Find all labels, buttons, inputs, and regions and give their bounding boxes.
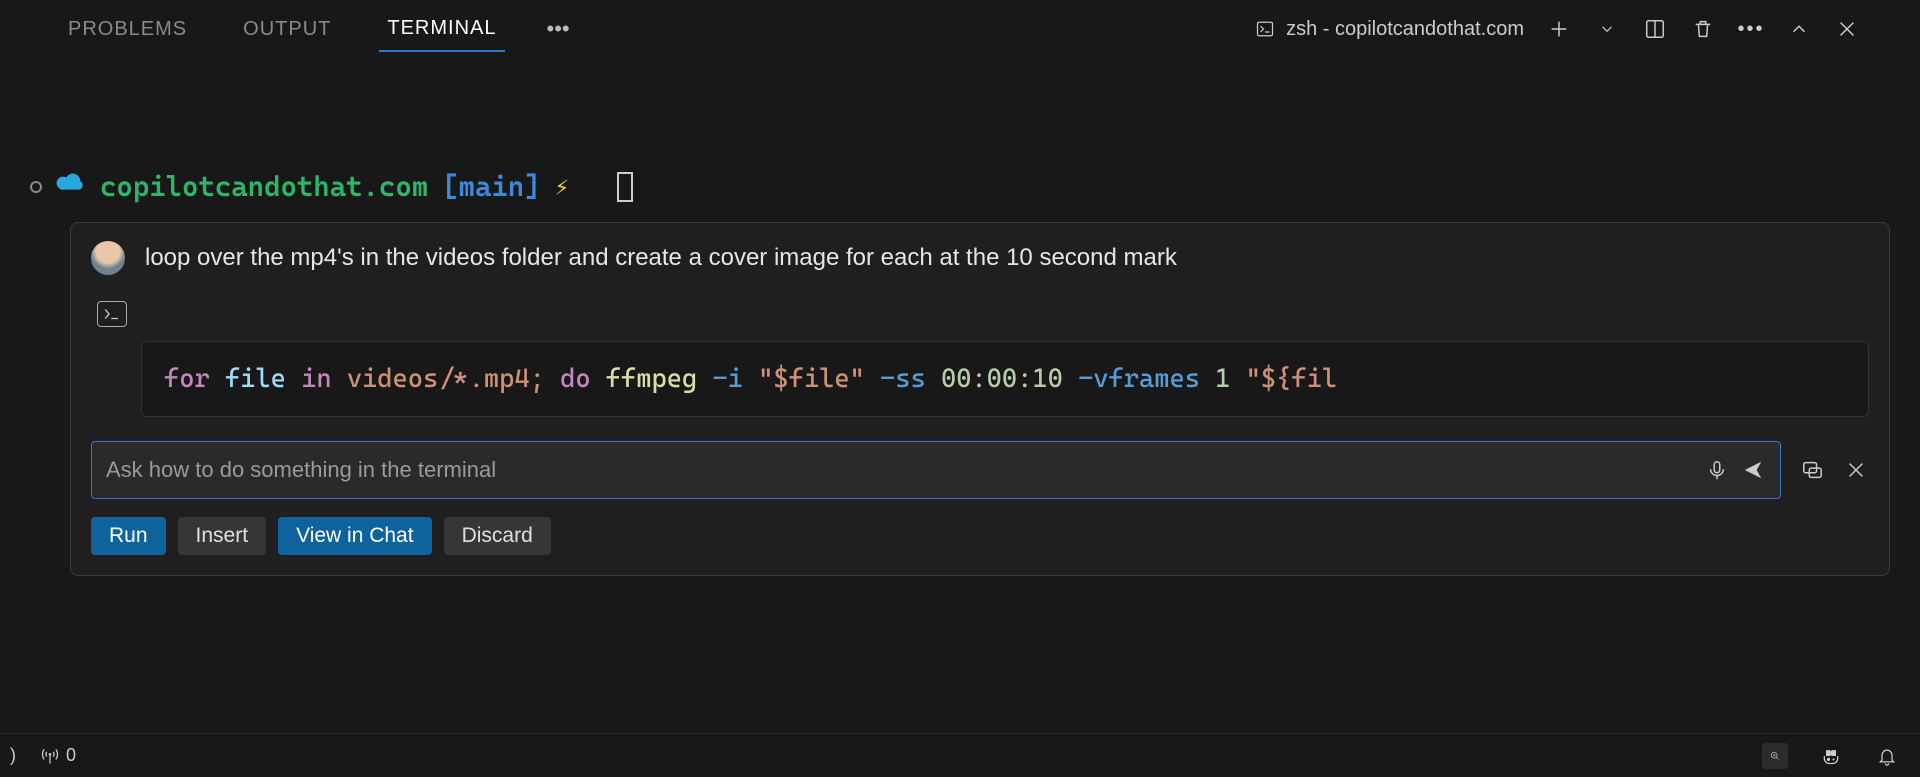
terminal-title-text: zsh - copilotcandothat.com xyxy=(1286,18,1524,41)
mic-icon[interactable] xyxy=(1704,457,1730,483)
run-button[interactable]: Run xyxy=(91,517,166,555)
view-in-chat-button[interactable]: View in Chat xyxy=(278,517,432,555)
tab-terminal[interactable]: TERMINAL xyxy=(379,7,504,52)
terminal-title[interactable]: zsh - copilotcandothat.com xyxy=(1252,16,1524,42)
split-terminal-icon[interactable] xyxy=(1642,16,1668,42)
status-ports[interactable]: 0 xyxy=(40,745,76,766)
discard-button[interactable]: Discard xyxy=(444,517,551,555)
copilot-ask-input[interactable] xyxy=(91,441,1781,499)
panel-overflow-icon[interactable]: ••• xyxy=(1738,16,1764,42)
lightning-icon: ⚡ xyxy=(555,173,569,201)
terminal-icon xyxy=(97,301,127,327)
copilot-status-icon[interactable] xyxy=(1818,743,1844,769)
cloud-icon xyxy=(56,170,86,203)
avatar xyxy=(91,241,125,275)
copilot-input-row xyxy=(91,441,1869,499)
tab-overflow-icon[interactable]: ••• xyxy=(539,16,578,42)
copilot-action-row: Run Insert View in Chat Discard xyxy=(91,517,1869,555)
feedback-icon[interactable] xyxy=(1799,457,1825,483)
bell-icon[interactable] xyxy=(1874,743,1900,769)
maximize-panel-icon[interactable] xyxy=(1786,16,1812,42)
panel-tab-bar: PROBLEMS OUTPUT TERMINAL ••• zsh - copil… xyxy=(0,0,1920,58)
terminal-cursor xyxy=(617,172,633,202)
copilot-code-suggestion[interactable]: for file in videos/*.mp4; do ffmpeg -i "… xyxy=(141,341,1869,417)
close-copilot-icon[interactable] xyxy=(1843,457,1869,483)
prompt-cwd: copilotcandothat.com xyxy=(100,170,428,203)
prompt-status-icon xyxy=(30,181,42,193)
new-terminal-icon[interactable] xyxy=(1546,16,1572,42)
copilot-terminal-panel: loop over the mp4's in the videos folder… xyxy=(70,222,1890,576)
status-bar: ) 0 xyxy=(0,733,1920,777)
send-icon[interactable] xyxy=(1740,457,1766,483)
status-ports-count: 0 xyxy=(66,745,76,766)
terminal-profiles-chevron-icon[interactable] xyxy=(1594,16,1620,42)
tab-problems[interactable]: PROBLEMS xyxy=(60,8,195,51)
prompt-branch: [main] xyxy=(442,170,540,203)
shell-prompt: copilotcandothat.com [main] ⚡ xyxy=(30,170,1890,203)
copilot-ask-field[interactable] xyxy=(106,457,1694,483)
insert-button[interactable]: Insert xyxy=(178,517,267,555)
terminal-toolbar: zsh - copilotcandothat.com ••• xyxy=(1252,0,1860,58)
close-panel-icon[interactable] xyxy=(1834,16,1860,42)
copilot-user-message: loop over the mp4's in the videos folder… xyxy=(145,244,1177,272)
radio-tower-icon xyxy=(40,746,60,766)
copilot-user-row: loop over the mp4's in the videos folder… xyxy=(91,241,1869,275)
zoom-in-icon[interactable] xyxy=(1762,743,1788,769)
status-left-indicator[interactable]: ) xyxy=(10,745,16,766)
terminal-icon xyxy=(1252,16,1278,42)
tab-output[interactable]: OUTPUT xyxy=(235,8,339,51)
kill-terminal-icon[interactable] xyxy=(1690,16,1716,42)
